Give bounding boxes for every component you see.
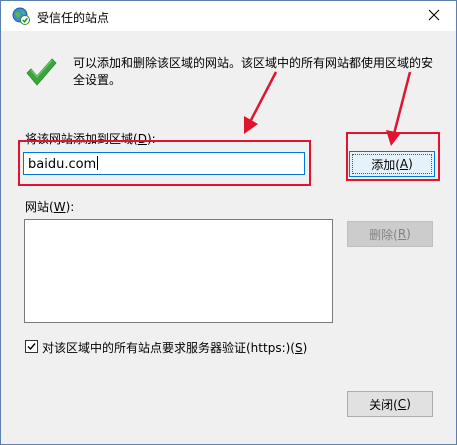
require-https-label[interactable]: 对该区域中的所有站点要求服务器验证(https:)(S) — [42, 339, 307, 356]
annotation-box-add-button — [346, 132, 440, 181]
close-button[interactable]: 关闭(C) — [347, 391, 433, 417]
websites-label: 网站(W): — [25, 200, 75, 214]
green-check-icon — [25, 57, 57, 87]
trusted-sites-dialog: 受信任的站点 可以添加和删除该区域的网站。该区域中的所有网站都使用区域的安全设置… — [0, 0, 457, 445]
annotation-box-input — [18, 140, 311, 186]
zone-info-text: 可以添加和删除该区域的网站。该区域中的所有网站都使用区域的安全设置。 — [73, 56, 434, 87]
title-bar: 受信任的站点 — [1, 1, 456, 31]
remove-button: 删除(R) — [347, 221, 433, 247]
globe-check-icon — [12, 7, 30, 25]
close-icon — [428, 9, 440, 24]
websites-list[interactable] — [24, 219, 333, 323]
checkmark-icon — [27, 343, 36, 351]
require-https-checkbox[interactable] — [25, 340, 38, 353]
dialog-body: 可以添加和删除该区域的网站。该区域中的所有网站都使用区域的安全设置。 将该网站添… — [1, 31, 456, 444]
window-title: 受信任的站点 — [37, 11, 110, 25]
window-close-button[interactable] — [412, 1, 456, 31]
